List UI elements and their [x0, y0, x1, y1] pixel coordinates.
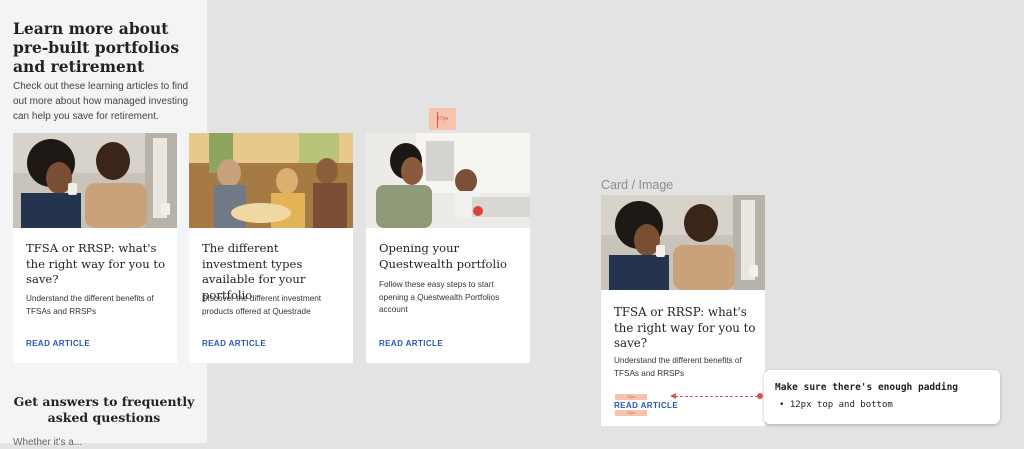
card-title: Opening your Questwealth portfolio [379, 241, 507, 271]
annotation-connector [675, 396, 758, 397]
spacing-measure: 47px [429, 108, 456, 130]
card-title: TFSA or RRSP: what's the right way for y… [26, 241, 166, 286]
arrow-left-icon [670, 393, 676, 399]
faq-heading: Get answers to frequently asked question… [13, 394, 195, 425]
article-card-1[interactable]: TFSA or RRSP: what's the right way for y… [13, 133, 177, 363]
read-article-link[interactable]: READ ARTICLE [614, 401, 678, 410]
detail-article-card[interactable]: TFSA or RRSP: what's the right way for y… [601, 195, 765, 426]
note-title: Make sure there's enough padding [775, 382, 959, 393]
read-article-link[interactable]: READ ARTICLE [379, 339, 443, 348]
card-title: TFSA or RRSP: what's the right way for y… [614, 305, 756, 350]
couple-coffee-photo [601, 195, 765, 290]
card-description: Understand the different benefits of TFS… [614, 356, 742, 378]
card-description: Understand the different benefits of TFS… [26, 294, 154, 316]
spacing-measure-line [437, 112, 438, 128]
card-description: Discover the different investment produc… [202, 294, 322, 316]
padding-bottom-tag: 12px [615, 410, 647, 416]
annotation-dot-icon [757, 393, 763, 399]
design-note: Make sure there's enough padding • 12px … [764, 370, 1000, 424]
couple-coffee-photo [13, 133, 177, 228]
faq-subtext: Whether it's a... [13, 437, 83, 448]
article-card-2[interactable]: The different investment types available… [189, 133, 353, 363]
frame-label: Card / Image [601, 178, 674, 192]
article-card-3[interactable]: Opening your Questwealth portfolio Follo… [366, 133, 530, 363]
card-description: Follow these easy steps to start opening… [379, 280, 500, 314]
mother-child-phone-photo [366, 133, 530, 228]
read-article-link[interactable]: READ ARTICLE [202, 339, 266, 348]
read-article-link[interactable]: READ ARTICLE [26, 339, 90, 348]
padding-top-tag: 12px [615, 394, 647, 400]
panel-heading: Learn more about pre-built portfolios an… [13, 19, 180, 76]
note-bullet: • 12px top and bottom [779, 400, 893, 410]
family-dinner-photo [189, 133, 353, 228]
panel-intro: Check out these learning articles to fin… [13, 81, 189, 122]
